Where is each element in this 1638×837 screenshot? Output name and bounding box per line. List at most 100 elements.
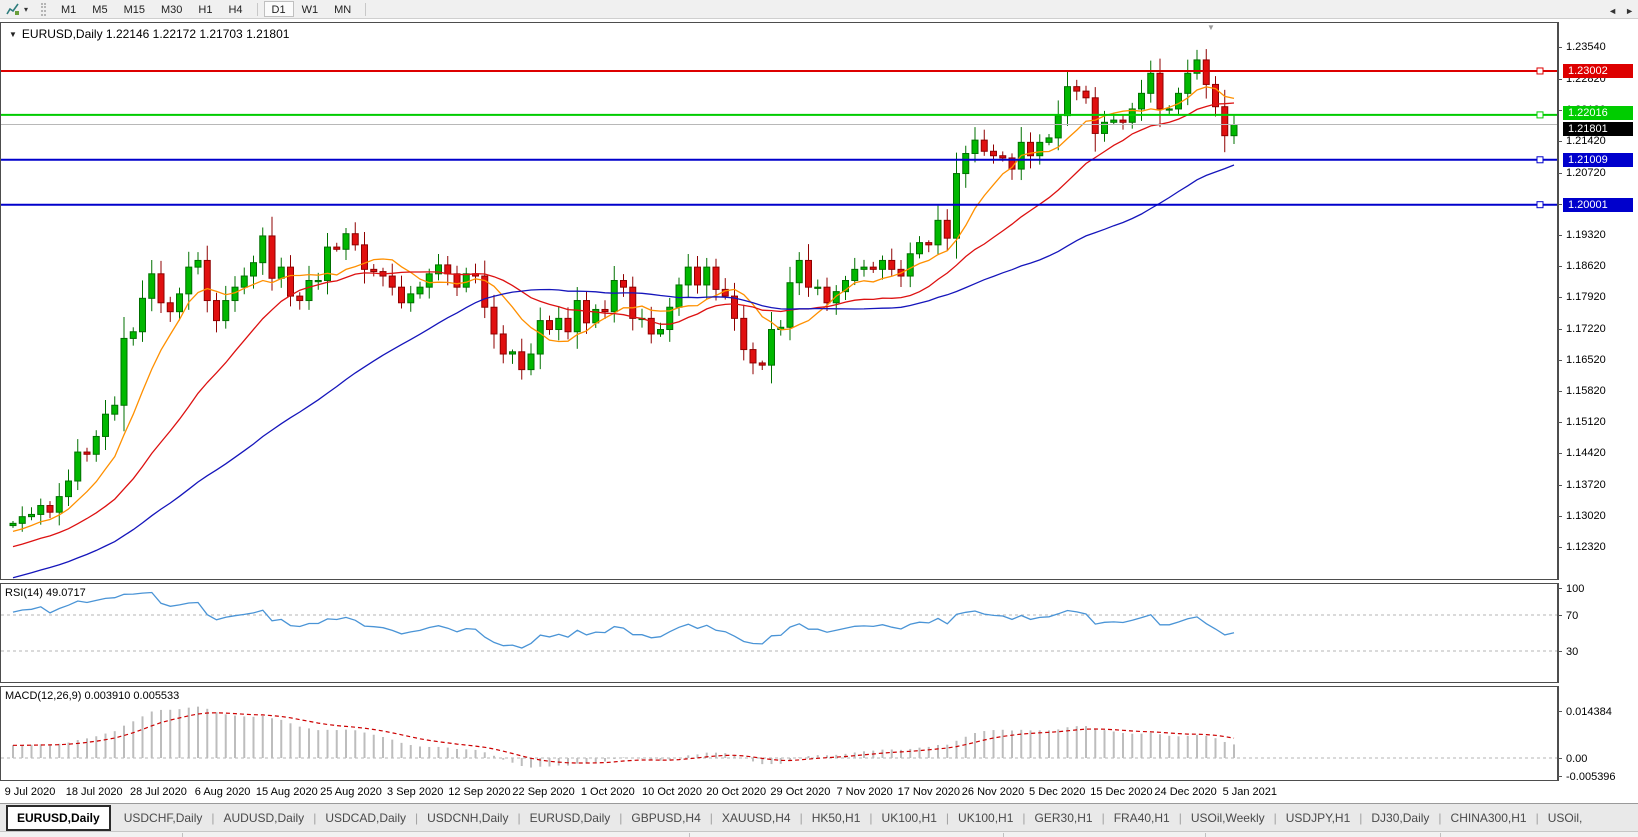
date-tick-label: 9 Jul 2020	[5, 786, 56, 798]
rsi-tick-label: 70	[1566, 610, 1578, 622]
price-tick-mark	[1558, 329, 1562, 330]
chart-tab-dj30-daily[interactable]: DJ30,Daily	[1362, 811, 1438, 825]
price-tick-label: 1.23540	[1566, 41, 1606, 53]
rsi-axis[interactable]: 1007030	[1558, 583, 1638, 683]
chart-tab-usdjpy-h1[interactable]: USDJPY,H1	[1277, 811, 1359, 825]
timeframe-button-h4[interactable]: H4	[220, 1, 250, 17]
price-line-label: 1.22016	[1563, 106, 1633, 120]
price-tick-mark	[1558, 235, 1562, 236]
macd-chart-canvas[interactable]	[1, 687, 1557, 780]
price-tick-label: 1.15120	[1566, 416, 1606, 428]
chart-tab-usoil-weekly[interactable]: USOil,Weekly	[1182, 811, 1274, 825]
collapse-chart-icon[interactable]: ▼	[9, 30, 17, 39]
statusbar-separator	[1205, 833, 1206, 837]
chart-tab-audusd-daily[interactable]: AUDUSD,Daily	[215, 811, 314, 825]
price-tick-label: 1.19320	[1566, 229, 1606, 241]
rsi-panel[interactable]: RSI(14) 49.0717	[0, 583, 1558, 683]
statusbar-separator	[182, 833, 183, 837]
date-tick-label: 24 Dec 2020	[1154, 786, 1216, 798]
price-tick-label: 1.17920	[1566, 291, 1606, 303]
price-tick-mark	[1558, 110, 1562, 111]
date-tick-label: 6 Aug 2020	[195, 786, 251, 798]
price-tick-label: 1.17220	[1566, 323, 1606, 335]
chart-tab-usoil-[interactable]: USOil,	[1539, 811, 1592, 825]
timeframe-button-m15[interactable]: M15	[116, 1, 153, 17]
chart-tab-ger30-h1[interactable]: GER30,H1	[1026, 811, 1102, 825]
chart-title: ▼ EURUSD,Daily 1.22146 1.22172 1.21703 1…	[9, 27, 289, 41]
chart-tab-china300-h1[interactable]: CHINA300,H1	[1442, 811, 1536, 825]
main-chart-panel[interactable]: ▼ EURUSD,Daily 1.22146 1.22172 1.21703 1…	[0, 22, 1558, 580]
statusbar-separator	[689, 833, 690, 837]
chart-tab-eurusd-daily[interactable]: EURUSD,Daily	[6, 805, 111, 831]
chart-tab-uk100-h1[interactable]: UK100,H1	[873, 811, 946, 825]
chart-tab-usdchf-daily[interactable]: USDCHF,Daily	[115, 811, 212, 825]
chart-tab-xauusd-h4[interactable]: XAUUSD,H4	[713, 811, 800, 825]
date-tick-label: 3 Sep 2020	[387, 786, 443, 798]
date-axis[interactable]: 9 Jul 202018 Jul 202028 Jul 20206 Aug 20…	[0, 782, 1558, 803]
date-tick-label: 17 Nov 2020	[898, 786, 960, 798]
chart-tab-eurusd-daily[interactable]: EURUSD,Daily	[521, 811, 620, 825]
date-tick-label: 12 Sep 2020	[448, 786, 510, 798]
chart-tab-usdcad-daily[interactable]: USDCAD,Daily	[316, 811, 415, 825]
price-tick-label: 1.13720	[1566, 479, 1606, 491]
tab-scroll-right-icon[interactable]: ►	[1625, 6, 1634, 16]
price-tick-mark	[1558, 47, 1562, 48]
chart-cursor-icon[interactable]	[4, 2, 22, 17]
macd-tick-label: 0.00	[1566, 753, 1587, 765]
price-line-label: 1.23002	[1563, 64, 1633, 78]
timeframe-button-h1[interactable]: H1	[190, 1, 220, 17]
date-tick-label: 7 Nov 2020	[836, 786, 892, 798]
macd-panel[interactable]: MACD(12,26,9) 0.003910 0.005533	[0, 686, 1558, 781]
tab-scroll-arrows: ◄ ►	[1608, 6, 1634, 16]
date-tick-label: 18 Jul 2020	[66, 786, 123, 798]
price-tick-mark	[1558, 485, 1562, 486]
price-tick-label: 1.15820	[1566, 385, 1606, 397]
axis-border	[1558, 22, 1559, 580]
price-tick-label: 1.13020	[1566, 510, 1606, 522]
statusbar-separator	[1440, 833, 1441, 837]
status-bar-strip	[0, 831, 1638, 837]
chart-tab-bar: EURUSD,DailyUSDCHF,Daily|AUDUSD,Daily|US…	[0, 803, 1638, 831]
axis-border	[1558, 583, 1559, 683]
chart-tab-hk50-h1[interactable]: HK50,H1	[803, 811, 870, 825]
chart-tab-gbpusd-h4[interactable]: GBPUSD,H4	[622, 811, 709, 825]
date-tick-label: 25 Aug 2020	[320, 786, 382, 798]
candlestick-chart-canvas[interactable]	[1, 23, 1557, 579]
chevron-down-icon[interactable]: ▾	[24, 5, 34, 14]
timeframe-button-w1[interactable]: W1	[294, 1, 327, 17]
price-tick-mark	[1558, 422, 1562, 423]
rsi-tick-label: 100	[1566, 583, 1584, 595]
price-tick-mark	[1558, 173, 1562, 174]
chart-tab-usdcnh-daily[interactable]: USDCNH,Daily	[418, 811, 517, 825]
rsi-tick-mark	[1558, 651, 1562, 652]
rsi-chart-canvas[interactable]	[1, 584, 1557, 682]
date-tick-label: 10 Oct 2020	[642, 786, 702, 798]
tab-scroll-left-icon[interactable]: ◄	[1608, 6, 1617, 16]
timeframe-button-d1[interactable]: D1	[264, 1, 294, 17]
date-tick-label: 15 Aug 2020	[256, 786, 318, 798]
toolbar-separator	[365, 3, 366, 16]
date-tick-label: 5 Jan 2021	[1223, 786, 1277, 798]
date-tick-label: 15 Dec 2020	[1090, 786, 1152, 798]
chart-tab-uk100-h1[interactable]: UK100,H1	[949, 811, 1022, 825]
timeframe-button-m5[interactable]: M5	[84, 1, 115, 17]
chart-shift-marker-icon[interactable]: ▼	[1207, 23, 1215, 32]
price-tick-mark	[1558, 516, 1562, 517]
macd-axis[interactable]: 0.0143840.00-0.005396	[1558, 686, 1638, 781]
date-tick-label: 5 Dec 2020	[1029, 786, 1085, 798]
toolbar-grip[interactable]	[41, 3, 46, 16]
price-axis[interactable]: 1.235401.228201.221201.214201.207201.200…	[1558, 22, 1638, 580]
price-tick-mark	[1558, 297, 1562, 298]
macd-label: MACD(12,26,9) 0.003910 0.005533	[5, 690, 179, 702]
price-tick-label: 1.21420	[1566, 135, 1606, 147]
timeframe-button-m1[interactable]: M1	[53, 1, 84, 17]
price-tick-label: 1.12320	[1566, 541, 1606, 553]
price-tick-label: 1.18620	[1566, 260, 1606, 272]
date-tick-label: 1 Oct 2020	[581, 786, 635, 798]
macd-tick-mark	[1558, 758, 1562, 759]
timeframe-button-mn[interactable]: MN	[326, 1, 359, 17]
timeframe-button-m30[interactable]: M30	[153, 1, 190, 17]
chart-tab-fra40-h1[interactable]: FRA40,H1	[1105, 811, 1179, 825]
rsi-label: RSI(14) 49.0717	[5, 587, 86, 599]
price-line-label: 1.21801	[1563, 122, 1633, 136]
